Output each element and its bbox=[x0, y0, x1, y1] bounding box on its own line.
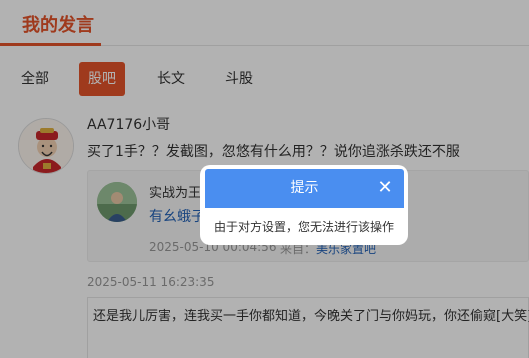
dialog-title: 提示 bbox=[290, 180, 319, 196]
prompt-dialog: 提示 ✕ 由于对方设置，您无法进行该操作 bbox=[200, 165, 408, 245]
dialog-message: 由于对方设置，您无法进行该操作 bbox=[213, 220, 394, 234]
close-icon[interactable]: ✕ bbox=[377, 179, 393, 197]
dialog-header: 提示 ✕ bbox=[205, 169, 404, 208]
